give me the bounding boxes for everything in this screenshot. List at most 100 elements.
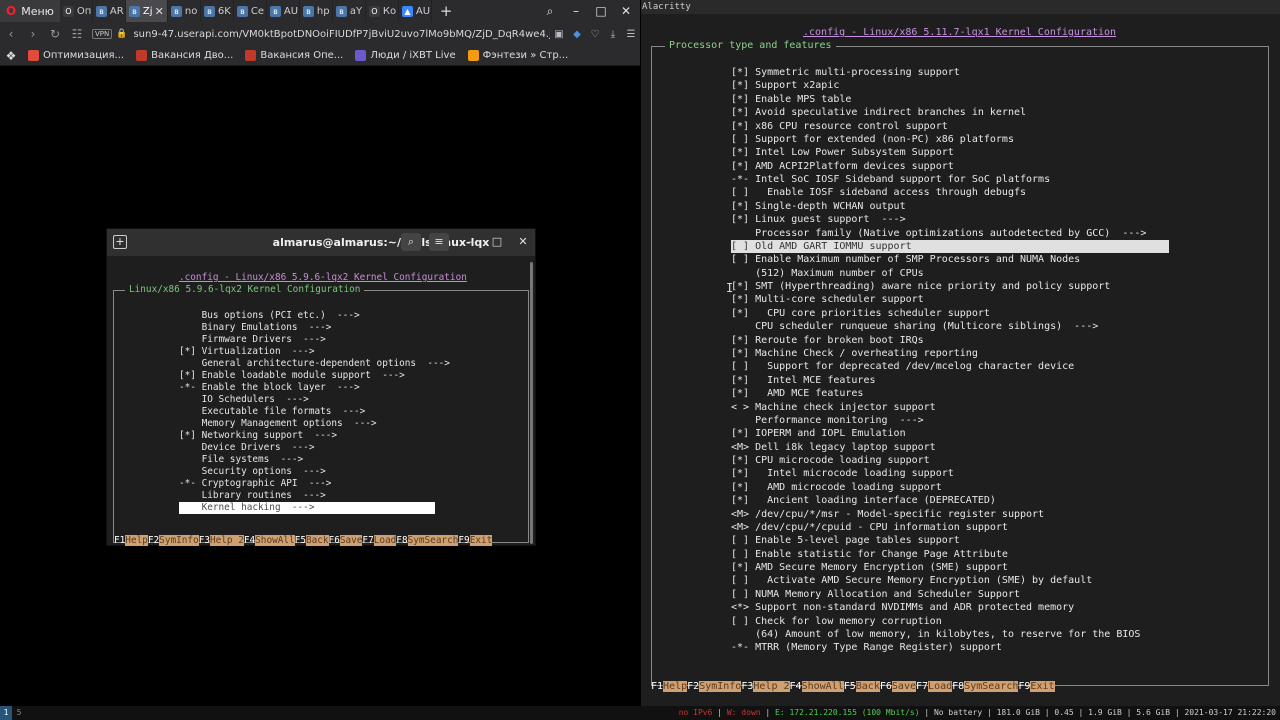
fkey-f5[interactable]: F5: [844, 681, 856, 692]
bookmark-item[interactable]: Люди / iXBT Live: [349, 50, 461, 61]
menu-item[interactable]: [*] CPU microcode loading support: [731, 454, 930, 467]
fkey-f7[interactable]: F7: [362, 535, 373, 546]
fkey-f1[interactable]: F1: [651, 681, 663, 692]
browser-tab[interactable]: в hp: [300, 0, 333, 22]
menu-item[interactable]: Memory Management options --->: [179, 418, 377, 430]
menu-item[interactable]: -*- Intel SoC IOSF Sideband support for …: [731, 173, 1050, 186]
fkey-f1[interactable]: F1: [114, 535, 125, 546]
menu-item[interactable]: [*] Intel microcode loading support: [731, 467, 954, 480]
menu-item[interactable]: [ ] Support for deprecated /dev/mcelog c…: [731, 360, 1074, 373]
menu-item[interactable]: [*] IOPERM and IOPL Emulation: [731, 427, 906, 440]
menu-item[interactable]: [*] Single-depth WCHAN output: [731, 200, 906, 213]
menu-item[interactable]: [*] AMD MCE features: [731, 387, 863, 400]
opera-menu-button[interactable]: O Меню: [0, 0, 60, 22]
menu-item[interactable]: [*] AMD microcode loading support: [731, 481, 942, 494]
close-window-button[interactable]: ✕: [613, 0, 639, 22]
menu-item[interactable]: [*] x86 CPU resource control support: [731, 120, 948, 133]
menu-item[interactable]: Device Drivers --->: [179, 442, 315, 454]
fkey-f8[interactable]: F8: [952, 681, 964, 692]
menu-item[interactable]: [ ] Support for extended (non-PC) x86 pl…: [731, 133, 1014, 146]
fkey-f6[interactable]: F6: [329, 535, 340, 546]
fkey-label-f5[interactable]: Back: [305, 535, 329, 546]
menu-item[interactable]: [*] Avoid speculative indirect branches …: [731, 106, 1026, 119]
fkey-label-f8[interactable]: SymSearch: [407, 535, 459, 546]
menu-item[interactable]: File systems --->: [179, 454, 304, 466]
menu-item[interactable]: <M> /dev/cpu/*/cpuid - CPU information s…: [731, 521, 1008, 534]
speed-dial-icon[interactable]: ☷: [66, 27, 88, 41]
menu-item[interactable]: <*> Support non-standard NVDIMMs and ADR…: [731, 601, 1074, 614]
fkey-label-f4[interactable]: ShowAll: [255, 535, 295, 546]
download-icon[interactable]: ⤓: [604, 29, 622, 40]
fkey-label-f9[interactable]: Exit: [469, 535, 493, 546]
fkey-label-f2[interactable]: SymInfo: [159, 535, 199, 546]
browser-tab[interactable]: в Zj ✕: [125, 0, 168, 22]
fkey-label-f5[interactable]: Back: [855, 681, 880, 692]
fkey-f9[interactable]: F9: [458, 535, 469, 546]
menu-item[interactable]: [ ] Enable statistic for Change Page Att…: [731, 548, 1008, 561]
browser-tab[interactable]: в 6K: [201, 0, 234, 22]
menu-item[interactable]: [*] Enable loadable module support --->: [179, 370, 405, 382]
vpn-badge[interactable]: VPN: [92, 29, 113, 39]
menu-item[interactable]: CPU scheduler runqueue sharing (Multicor…: [731, 320, 1098, 333]
reload-icon[interactable]: ↻: [44, 27, 66, 41]
bookmark-item[interactable]: Оптимизация...: [22, 50, 130, 61]
menu-item[interactable]: [*] Multi-core scheduler support: [731, 293, 924, 306]
bookmark-item[interactable]: Вакансия Дво...: [130, 50, 239, 61]
fkey-label-f7[interactable]: Load: [373, 535, 397, 546]
fkey-label-f1[interactable]: Help: [663, 681, 688, 692]
menu-item[interactable]: (64) Amount of low memory, in kilobytes,…: [731, 628, 1140, 641]
menu-item[interactable]: Security options --->: [179, 466, 326, 478]
fkey-f5[interactable]: F5: [295, 535, 306, 546]
heart-icon[interactable]: ♡: [586, 29, 604, 40]
fkey-label-f3[interactable]: Help 2: [209, 535, 244, 546]
menu-item[interactable]: [*] Support x2apic: [731, 79, 839, 92]
menu-item[interactable]: Processor family (Native optimizations a…: [731, 227, 1146, 240]
camera-icon[interactable]: ▣: [550, 29, 568, 40]
fkey-f3[interactable]: F3: [199, 535, 210, 546]
fkey-f4[interactable]: F4: [244, 535, 255, 546]
menu-item[interactable]: [*] AMD Secure Memory Encryption (SME) s…: [731, 561, 1008, 574]
menu-item[interactable]: [*] Intel Low Power Subsystem Support: [731, 146, 954, 159]
menu-item[interactable]: Binary Emulations --->: [179, 322, 332, 334]
menu-item[interactable]: Library routines --->: [179, 490, 326, 502]
browser-tab[interactable]: ▲ AU: [399, 0, 432, 22]
menu-item[interactable]: [*] Reroute for broken boot IRQs: [731, 334, 924, 347]
settings-menu-icon[interactable]: ☰: [622, 29, 640, 40]
menu-item[interactable]: [*] Ancient loading interface (DEPRECATE…: [731, 494, 996, 507]
menu-item[interactable]: Kernel hacking --->: [179, 502, 435, 514]
fkey-label-f1[interactable]: Help: [125, 535, 148, 546]
fkey-label-f9[interactable]: Exit: [1030, 681, 1055, 692]
menu-item[interactable]: [ ] Enable Maximum number of SMP Process…: [731, 253, 1080, 266]
menu-item[interactable]: -*- Cryptographic API --->: [179, 478, 331, 490]
menu-item[interactable]: [*] SMT (Hyperthreading) aware nice prio…: [731, 280, 1110, 293]
menu-item[interactable]: Performance monitoring --->: [731, 414, 924, 427]
menu-item[interactable]: Firmware Drivers --->: [179, 334, 326, 346]
fkey-f3[interactable]: F3: [741, 681, 753, 692]
url-field[interactable]: sun9-47.userapi.com/VM0ktBpotDNOoiFIUDfP…: [133, 29, 550, 40]
menu-item[interactable]: [*] Networking support --->: [179, 430, 337, 442]
bookmark-item[interactable]: Фэнтези » Стр...: [462, 50, 575, 61]
menu-item[interactable]: [*] Linux guest support --->: [731, 213, 906, 226]
menu-item[interactable]: [ ] NUMA Memory Allocation and Scheduler…: [731, 588, 1020, 601]
maximize-button[interactable]: □: [588, 0, 614, 22]
menu-item[interactable]: Bus options (PCI etc.) --->: [179, 310, 360, 322]
browser-tab[interactable]: в Се: [234, 0, 267, 22]
menu-item[interactable]: (512) Maximum number of CPUs: [731, 267, 924, 280]
menu-item[interactable]: Executable file formats --->: [179, 406, 366, 418]
menu-item[interactable]: -*- Enable the block layer --->: [179, 382, 360, 394]
fkey-f6[interactable]: F6: [880, 681, 892, 692]
new-tab-button[interactable]: +: [432, 2, 461, 20]
close-tab-icon[interactable]: ✕: [155, 5, 164, 18]
menu-item[interactable]: [*] CPU core priorities scheduler suppor…: [731, 307, 990, 320]
menu-item[interactable]: [*] AMD ACPI2Platform devices support: [731, 160, 954, 173]
fkey-f2[interactable]: F2: [687, 681, 699, 692]
lock-icon[interactable]: 🔒: [116, 29, 127, 39]
workspace-1[interactable]: 1: [0, 706, 12, 720]
browser-tab[interactable]: O Ко: [366, 0, 399, 22]
forward-icon[interactable]: ›: [22, 27, 44, 41]
fkey-f9[interactable]: F9: [1018, 681, 1030, 692]
menu-item[interactable]: [*] Symmetric multi-processing support: [731, 66, 960, 79]
fkey-f4[interactable]: F4: [790, 681, 802, 692]
menu-item[interactable]: [ ] Old AMD GART IOMMU support: [731, 239, 1169, 254]
terminal-scrollbar[interactable]: [530, 262, 533, 544]
